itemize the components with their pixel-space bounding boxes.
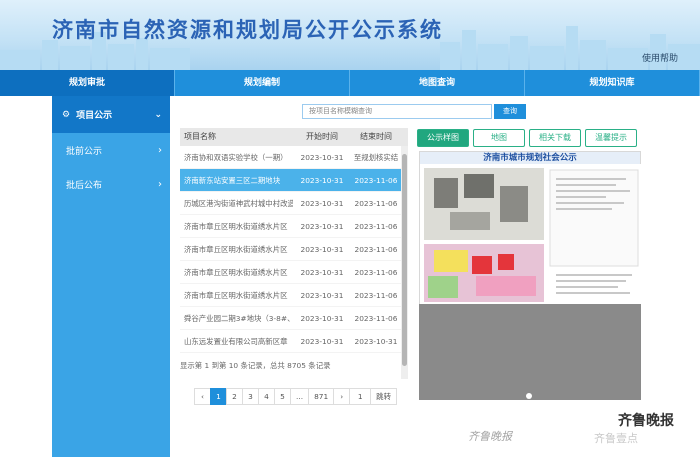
notice-preview[interactable]: 济南市城市规划社会公示 [419, 151, 642, 305]
cell-end: 至规划核实结 [353, 153, 399, 162]
preview-title: 济南市城市规划社会公示 [420, 152, 640, 164]
chevron-down-icon: ⌄ [154, 109, 162, 120]
nav-tab-approval[interactable]: 规划审批 [0, 70, 175, 96]
cell-end: 2023-11-06 [354, 268, 398, 277]
next-page-button[interactable]: › [333, 388, 351, 405]
jump-page-input[interactable]: 1 [349, 388, 372, 405]
gear-icon: ⚙ [62, 109, 71, 120]
right-margin [653, 96, 700, 457]
tab-tips[interactable]: 温馨提示 [585, 129, 637, 147]
page-button[interactable]: 2 [226, 388, 243, 405]
search-button[interactable]: 查询 [494, 104, 526, 119]
jump-button[interactable]: 跳转 [370, 388, 397, 405]
watermark-brand: 齐鲁晚报 [618, 413, 674, 429]
nav-tab-map[interactable]: 地图查询 [350, 70, 525, 96]
cell-start: 2023-10-31 [300, 268, 344, 277]
cell-end: 2023-11-06 [354, 222, 398, 231]
cell-start: 2023-10-31 [300, 176, 344, 185]
tab-sample-image[interactable]: 公示样图 [417, 129, 469, 147]
search-input[interactable]: 按项目名称模糊查询 [302, 104, 492, 119]
table-scrollbar[interactable] [401, 146, 408, 379]
sidebar-item-pre[interactable]: 批前公示 › [52, 133, 170, 167]
col-end-header: 结束时间 [360, 132, 392, 141]
cell-name: 舜谷产业园二期3#地块（3-8#、 [184, 314, 293, 323]
carousel-background [419, 304, 641, 400]
cell-name: 济南市章丘区明水街道绣水片区 [184, 268, 288, 277]
tab-map[interactable]: 地图 [473, 129, 525, 147]
cell-start: 2023-10-31 [300, 314, 344, 323]
col-name-header: 项目名称 [184, 132, 216, 141]
page-button[interactable]: 3 [242, 388, 259, 405]
page-ellipsis: ... [290, 388, 310, 405]
cell-name: 济南市章丘区明水街道绣水片区 [184, 222, 288, 231]
cell-start: 2023-10-31 [300, 199, 344, 208]
col-start-header: 开始时间 [306, 132, 338, 141]
chevron-right-icon: › [158, 178, 162, 190]
cell-end: 2023-10-31 [354, 337, 398, 346]
watermark-sub: 齐鲁壹点 [594, 432, 638, 445]
sidebar-item-post[interactable]: 批后公布 › [52, 167, 170, 201]
sidebar-item-label: 批后公布 [66, 180, 103, 191]
cell-end: 2023-11-06 [354, 291, 398, 300]
page-button[interactable]: 5 [274, 388, 291, 405]
table-row[interactable]: 济南市章丘区明水街道绣水片区 2023-10-31 2023-11-06 [180, 284, 408, 307]
cell-name: 济南市章丘区明水街道绣水片区 [184, 291, 288, 300]
table-row[interactable]: 济南市章丘区明水街道绣水片区 2023-10-31 2023-11-06 [180, 215, 408, 238]
page-button[interactable]: 1 [210, 388, 227, 405]
sidebar-head-project[interactable]: ⚙ 项目公示 ⌄ [52, 96, 170, 133]
sidebar-head-label: 项目公示 [76, 111, 113, 121]
table-row[interactable]: 山东远发置业有限公司高新区章 2023-10-31 2023-10-31 [180, 330, 408, 353]
cell-end: 2023-11-06 [354, 314, 398, 323]
nav-tab-planning[interactable]: 规划编制 [175, 70, 350, 96]
table-row[interactable]: 济南协和双语实验学校（一期） 2023-10-31 至规划核实结 [180, 146, 408, 169]
table-header: 项目名称 开始时间 结束时间 [180, 128, 408, 146]
help-link[interactable]: 使用帮助 [642, 51, 678, 64]
watermark-logo-text: 齐鲁晚报 [468, 430, 512, 443]
cell-end: 2023-11-06 [354, 245, 398, 254]
main-nav: 规划审批 规划编制 地图查询 规划知识库 [0, 70, 700, 96]
carousel-dot[interactable] [526, 393, 532, 399]
table-row[interactable]: 历城区港沟街道神武村城中村改造 2023-10-31 2023-11-06 [180, 192, 408, 215]
cell-start: 2023-10-31 [300, 222, 344, 231]
sidebar: ⚙ 项目公示 ⌄ 批前公示 › 批后公布 › [52, 96, 170, 457]
chevron-right-icon: › [158, 144, 162, 156]
page-button[interactable]: 4 [258, 388, 275, 405]
cell-start: 2023-10-31 [300, 291, 344, 300]
header-banner: 济南市自然资源和规划局公开公示系统 使用帮助 [0, 0, 700, 70]
prev-page-button[interactable]: ‹ [194, 388, 211, 405]
site-title: 济南市自然资源和规划局公开公示系统 [52, 17, 443, 42]
nav-tab-knowledge[interactable]: 规划知识库 [525, 70, 700, 96]
cell-start: 2023-10-31 [300, 337, 344, 346]
cell-name: 济南协和双语实验学校（一期） [184, 153, 288, 162]
table-row-selected[interactable]: 济南新东站安置三区二期地块 2023-10-31 2023-11-06 [180, 169, 408, 192]
tab-downloads[interactable]: 相关下载 [529, 129, 581, 147]
cell-start: 2023-10-31 [300, 153, 344, 162]
detail-tabs: 公示样图 地图 相关下载 温馨提示 [417, 129, 637, 147]
watermark: 齐鲁晚报 齐鲁晚报 齐鲁壹点 [468, 410, 693, 450]
table-row[interactable]: 济南市章丘区明水街道绣水片区 2023-10-31 2023-11-06 [180, 261, 408, 284]
pagination-info: 显示第 1 到第 10 条记录，总共 8705 条记录 [180, 361, 331, 370]
cell-name: 历城区港沟街道神武村城中村改造 [184, 199, 293, 208]
cell-end: 2023-11-06 [354, 176, 398, 185]
scrollbar-thumb[interactable] [402, 154, 407, 366]
pagination: ‹ 1 2 3 4 5 ... 871 › 1 跳转 [194, 388, 397, 405]
cell-name: 山东远发置业有限公司高新区章 [184, 337, 288, 346]
table-row[interactable]: 舜谷产业园二期3#地块（3-8#、 2023-10-31 2023-11-06 [180, 307, 408, 330]
site-plan-image [420, 164, 642, 305]
cell-end: 2023-11-06 [354, 199, 398, 208]
cell-name: 济南市章丘区明水街道绣水片区 [184, 245, 288, 254]
cell-start: 2023-10-31 [300, 245, 344, 254]
sidebar-item-label: 批前公示 [66, 146, 103, 157]
cell-name: 济南新东站安置三区二期地块 [184, 176, 281, 185]
preview-body [420, 164, 642, 305]
main-content: 按项目名称模糊查询 查询 项目名称 开始时间 结束时间 济南协和双语实验学校（一… [170, 96, 653, 457]
page-button[interactable]: 871 [308, 388, 335, 405]
table-row[interactable]: 济南市章丘区明水街道绣水片区 2023-10-31 2023-11-06 [180, 238, 408, 261]
